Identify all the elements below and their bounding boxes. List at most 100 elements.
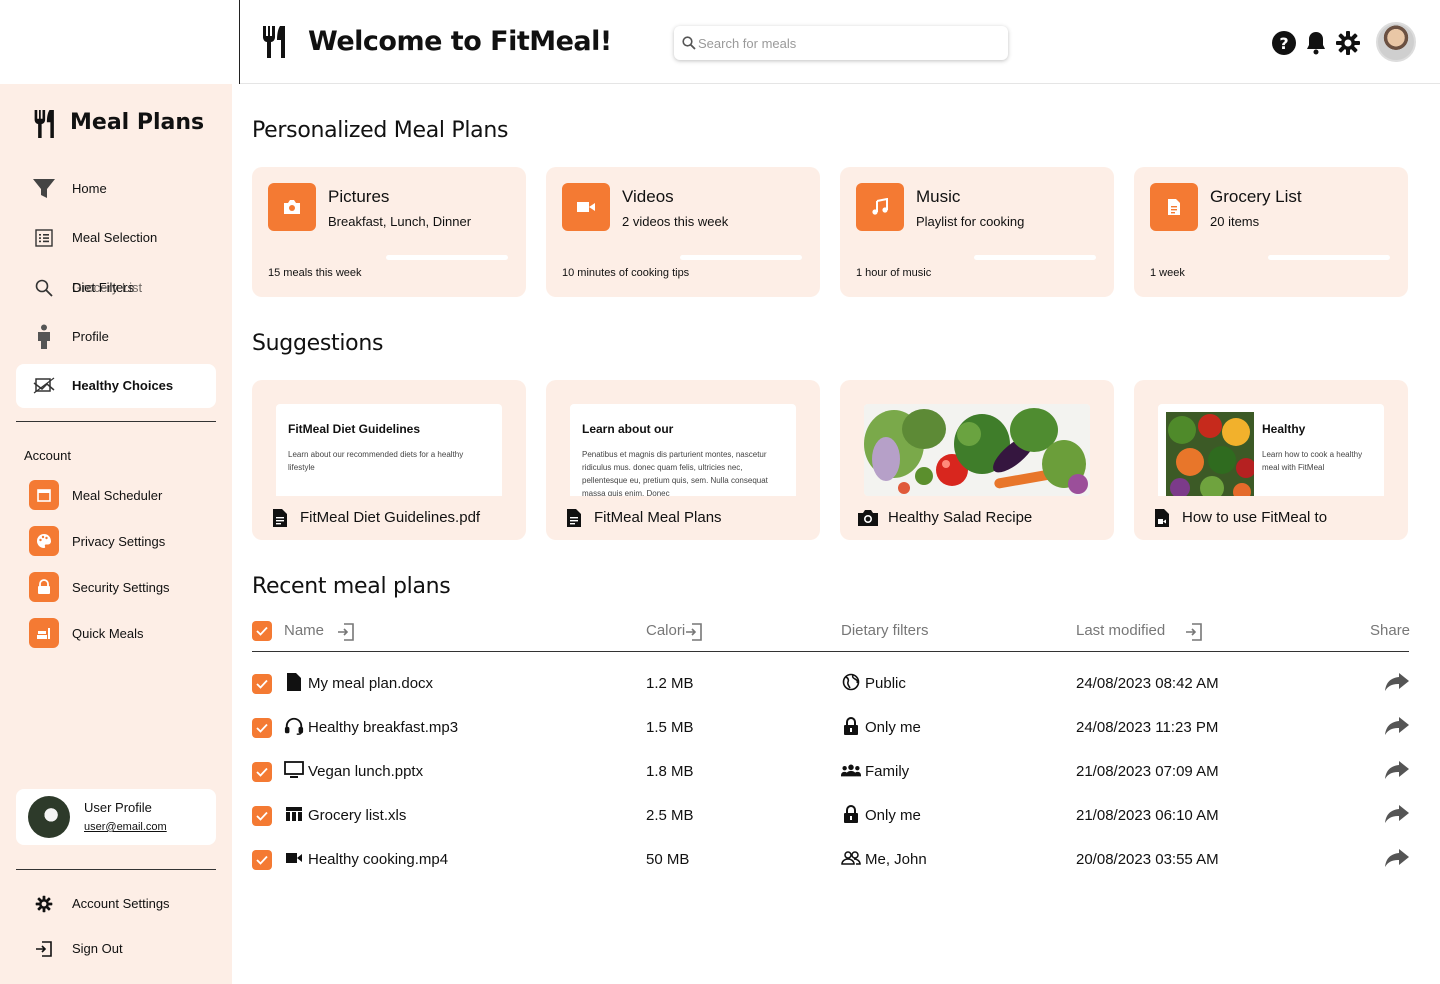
sort-icon[interactable] [684,622,704,642]
card-footer: 1 week [1150,267,1185,279]
document-preview: Healthy Learn how to cook a healthy meal… [1158,404,1384,496]
file-icon [268,506,292,530]
card-music[interactable]: Music Playlist for cooking 1 hour of mus… [840,167,1114,297]
sidebar-item-privacy-settings[interactable]: Privacy Settings [16,523,216,559]
bell-icon[interactable] [1303,30,1329,56]
video-icon [562,183,610,231]
user-avatar [28,796,70,838]
sidebar-divider [16,421,216,422]
fork-knife-icon [34,110,54,138]
sidebar: Meal Plans Home Meal Selection Diet Filt… [0,84,232,984]
compare-icon [32,374,56,398]
row-checkbox[interactable] [252,850,272,870]
share-icon[interactable] [1384,848,1410,868]
row-checkbox[interactable] [252,762,272,782]
preview-title: Learn about our [582,422,674,436]
suggestion-diet-guidelines[interactable]: FitMeal Diet Guidelines Learn about our … [252,380,526,540]
sidebar-item-quick-meals[interactable]: Quick Meals [16,615,216,651]
sidebar-item-label: Quick Meals [72,626,144,641]
table-row[interactable]: Healthy cooking.mp4 50 MB Me, John 20/08/20… [252,838,1409,882]
card-pictures[interactable]: Pictures Breakfast, Lunch, Dinner 15 mea… [252,167,526,297]
row-name[interactable]: Vegan lunch.pptx [308,763,423,780]
sidebar-item-label: Security Settings [72,580,170,595]
card-grocery-list[interactable]: Grocery List 20 items 1 week [1134,167,1408,297]
row-checkbox[interactable] [252,806,272,826]
sidebar-item-label: Sign Out [72,941,123,956]
card-videos[interactable]: Videos 2 videos this week 10 minutes of … [546,167,820,297]
sidebar-item-account-settings[interactable]: Account Settings [16,882,216,926]
sidebar-item-diet-filters[interactable]: Diet Filters Grocery List [16,266,216,310]
row-dietary-filter: Me, John [865,851,927,868]
row-name[interactable]: Healthy cooking.mp4 [308,851,448,868]
row-dietary-filter: Only me [865,719,921,736]
preview-title: FitMeal Diet Guidelines [288,422,421,436]
row-size: 1.5 MB [646,719,694,736]
document-preview: Learn about our Penatibus et magnis dis … [570,404,796,496]
column-header-name[interactable]: Name [284,622,324,639]
share-icon[interactable] [1384,672,1410,692]
header: Welcome to FitMeal! ? [240,0,1440,84]
table-row[interactable]: My meal plan.docx 1.2 MB Public 24/08/2023 … [252,662,1409,706]
suggestion-salad-recipe[interactable]: Healthy Salad Recipe [840,380,1114,540]
document-preview: FitMeal Diet Guidelines Learn about our … [276,404,502,496]
select-all-checkbox[interactable] [252,621,272,641]
row-name[interactable]: My meal plan.docx [308,675,433,692]
palette-icon [29,526,59,556]
share-icon[interactable] [1384,804,1410,824]
avatar[interactable] [1376,22,1416,62]
column-header-last-modified[interactable]: Last modified [1076,622,1165,639]
sidebar-item-sign-out[interactable]: Sign Out [16,927,216,971]
row-last-modified: 24/08/2023 08:42 AM [1076,675,1219,692]
share-icon[interactable] [1384,716,1410,736]
row-checkbox[interactable] [252,674,272,694]
headset-icon [284,716,304,736]
page-title: Welcome to FitMeal! [308,26,612,57]
row-size: 1.8 MB [646,763,694,780]
row-name[interactable]: Grocery list.xls [308,807,406,824]
help-icon[interactable]: ? [1271,30,1297,56]
search-icon [32,276,56,300]
suggestion-meal-plans[interactable]: Learn about our Penatibus et magnis dis … [546,380,820,540]
row-size: 1.2 MB [646,675,694,692]
gear-icon[interactable] [1335,30,1361,56]
table-row[interactable]: Healthy breakfast.mp3 1.5 MB Only me 24/08/… [252,706,1409,750]
row-checkbox[interactable] [252,718,272,738]
sort-icon[interactable] [1184,622,1204,642]
list-icon [32,226,56,250]
sidebar-item-label: Account Settings [72,896,170,911]
card-subtitle: Playlist for cooking [916,214,1025,229]
lock-icon [29,572,59,602]
user-email[interactable]: user@email.com [84,821,167,833]
sidebar-item-label: Privacy Settings [72,534,166,549]
sidebar-item-meal-scheduler[interactable]: Meal Scheduler [16,477,216,513]
user-card[interactable]: User Profile user@email.com [16,789,216,845]
progress-bar [1268,255,1390,260]
search-box[interactable] [674,26,1008,60]
column-header-calories[interactable]: Calori [646,622,685,639]
sidebar-item-profile[interactable]: Profile [16,315,216,359]
row-last-modified: 21/08/2023 07:09 AM [1076,763,1219,780]
sidebar-item-label: Meal Scheduler [72,488,163,503]
table-row[interactable]: Grocery list.xls 2.5 MB Only me 21/08/2023 … [252,794,1409,838]
suggestion-how-to-use[interactable]: Healthy Learn how to cook a healthy meal… [1134,380,1408,540]
svg-text:?: ? [1279,34,1288,53]
search-input[interactable] [698,26,998,60]
column-header-dietary-filters[interactable]: Dietary filters [841,622,929,639]
sidebar-item-label: Home [72,181,107,196]
sidebar-item-meal-selection[interactable]: Meal Selection [16,216,216,260]
share-icon[interactable] [1384,760,1410,780]
sidebar-item-security-settings[interactable]: Security Settings [16,569,216,605]
preview-title: Healthy [1262,422,1306,436]
sort-icon[interactable] [336,622,356,642]
sidebar-item-home[interactable]: Home [16,167,216,211]
funnel-icon [32,177,56,201]
globe-icon [841,672,861,692]
column-header-share: Share [1370,622,1411,639]
suggestion-file-name: FitMeal Meal Plans [594,509,722,526]
row-name[interactable]: Healthy breakfast.mp3 [308,719,458,736]
suggestion-file-name: FitMeal Diet Guidelines.pdf [300,509,481,526]
table-row[interactable]: Vegan lunch.pptx 1.8 MB Family 21/08/2023 0… [252,750,1409,794]
row-dietary-filter: Public [865,675,906,692]
video-icon [284,848,304,868]
sidebar-item-healthy-choices[interactable]: Healthy Choices [16,364,216,408]
